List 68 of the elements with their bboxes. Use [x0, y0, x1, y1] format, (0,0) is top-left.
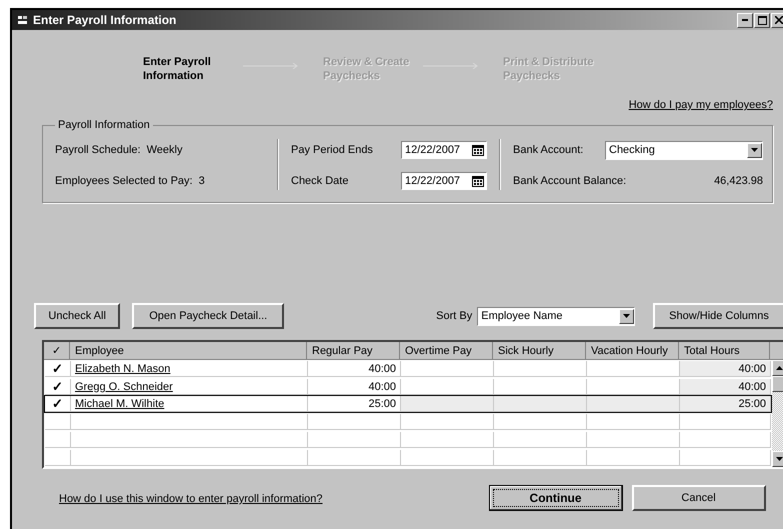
help-link[interactable]: How do I pay my employees? [628, 99, 773, 119]
table-row[interactable]: ✓ Elizabeth N. Mason 40:00 40:00 [44, 360, 772, 378]
cancel-button[interactable]: Cancel [632, 485, 766, 511]
dropdown-button[interactable] [619, 308, 634, 324]
show-hide-columns-button[interactable]: Show/Hide Columns [653, 303, 783, 329]
maximize-button[interactable] [754, 12, 770, 28]
scrollbar[interactable] [772, 360, 783, 467]
calendar-icon[interactable] [472, 144, 484, 156]
table-cell: 40:00 [308, 361, 401, 377]
date-field[interactable]: 12/22/2007 [401, 141, 487, 159]
window-title: Enter Payroll Information [33, 13, 176, 27]
column-header: Overtime Pay [400, 342, 493, 360]
open-paycheck-detail-button[interactable]: Open Paycheck Detail... [132, 303, 284, 329]
column-header: Total Hours [679, 342, 770, 360]
column-header: Vacation Hourly [586, 342, 679, 360]
down-arrow-icon [623, 314, 630, 318]
table-cell: 40:00 [680, 361, 771, 377]
minimize-icon [742, 19, 748, 21]
continue-button[interactable]: Continue [488, 485, 623, 511]
field-label: Pay Period Ends [291, 144, 373, 156]
table-cell [45, 450, 71, 466]
column-header: Regular Pay [307, 342, 400, 360]
table-cell: 40:00 [308, 379, 401, 395]
check-mark[interactable]: ✓ [52, 361, 63, 376]
table-cell [45, 432, 71, 448]
scroll-up-button[interactable] [772, 360, 783, 376]
minimize-button[interactable] [737, 12, 753, 28]
field-label: Bank Account: [513, 144, 584, 156]
dropdown-button[interactable] [747, 142, 762, 158]
down-arrow-icon [776, 457, 783, 461]
table-row[interactable]: ✓ Michael M. Wilhite 25:00 25:00 [44, 395, 772, 413]
schedule-value: Weekly [146, 144, 182, 156]
column-header: Sick Hourly [493, 342, 586, 360]
field-label: Employees Selected to Pay: [55, 175, 193, 187]
uncheck-all-button[interactable]: Uncheck All [34, 303, 120, 329]
table-cell: 40:00 [680, 379, 771, 395]
table-cell [45, 414, 71, 430]
column-header: ✓ [44, 342, 70, 360]
field-label: Payroll Schedule: [55, 144, 141, 156]
field-label: Check Date [291, 175, 348, 187]
help-link[interactable]: How do I use this window to enter payroll information? [59, 493, 323, 505]
sort-dropdown[interactable]: Employee Name [477, 306, 636, 326]
maximize-icon [758, 16, 766, 24]
up-arrow-icon [776, 366, 783, 370]
scroll-down-button[interactable] [772, 451, 783, 467]
down-arrow-icon [751, 148, 758, 152]
scroll-thumb[interactable] [772, 376, 783, 392]
employee-count: 3 [198, 175, 205, 187]
close-icon [775, 16, 783, 24]
table-row[interactable]: ✓ Gregg O. Schneider 40:00 40:00 [44, 378, 772, 396]
check-mark[interactable]: ✓ [52, 396, 63, 411]
date-field[interactable]: 12/22/2007 [401, 172, 487, 190]
check-mark[interactable]: ✓ [52, 379, 63, 394]
sort-label: Sort By [436, 310, 472, 322]
employee-link[interactable]: Gregg O. Schneider [75, 380, 173, 392]
employee-link[interactable]: Elizabeth N. Mason [75, 362, 170, 374]
app-icon [18, 15, 28, 25]
balance-value: 46,423.98 [714, 175, 763, 187]
bank-account-dropdown[interactable]: Checking [605, 140, 763, 160]
table-cell: 25:00 [308, 396, 401, 412]
employee-link[interactable]: Michael M. Wilhite [75, 398, 164, 410]
column-header: Employee [70, 342, 307, 360]
group-title: Payroll Information [57, 119, 151, 131]
table-cell: 25:00 [680, 396, 771, 412]
close-button[interactable] [771, 12, 783, 28]
wizard-step: Enter Payroll Information [143, 55, 243, 83]
field-label: Bank Account Balance: [513, 175, 626, 187]
calendar-icon[interactable] [472, 176, 484, 186]
